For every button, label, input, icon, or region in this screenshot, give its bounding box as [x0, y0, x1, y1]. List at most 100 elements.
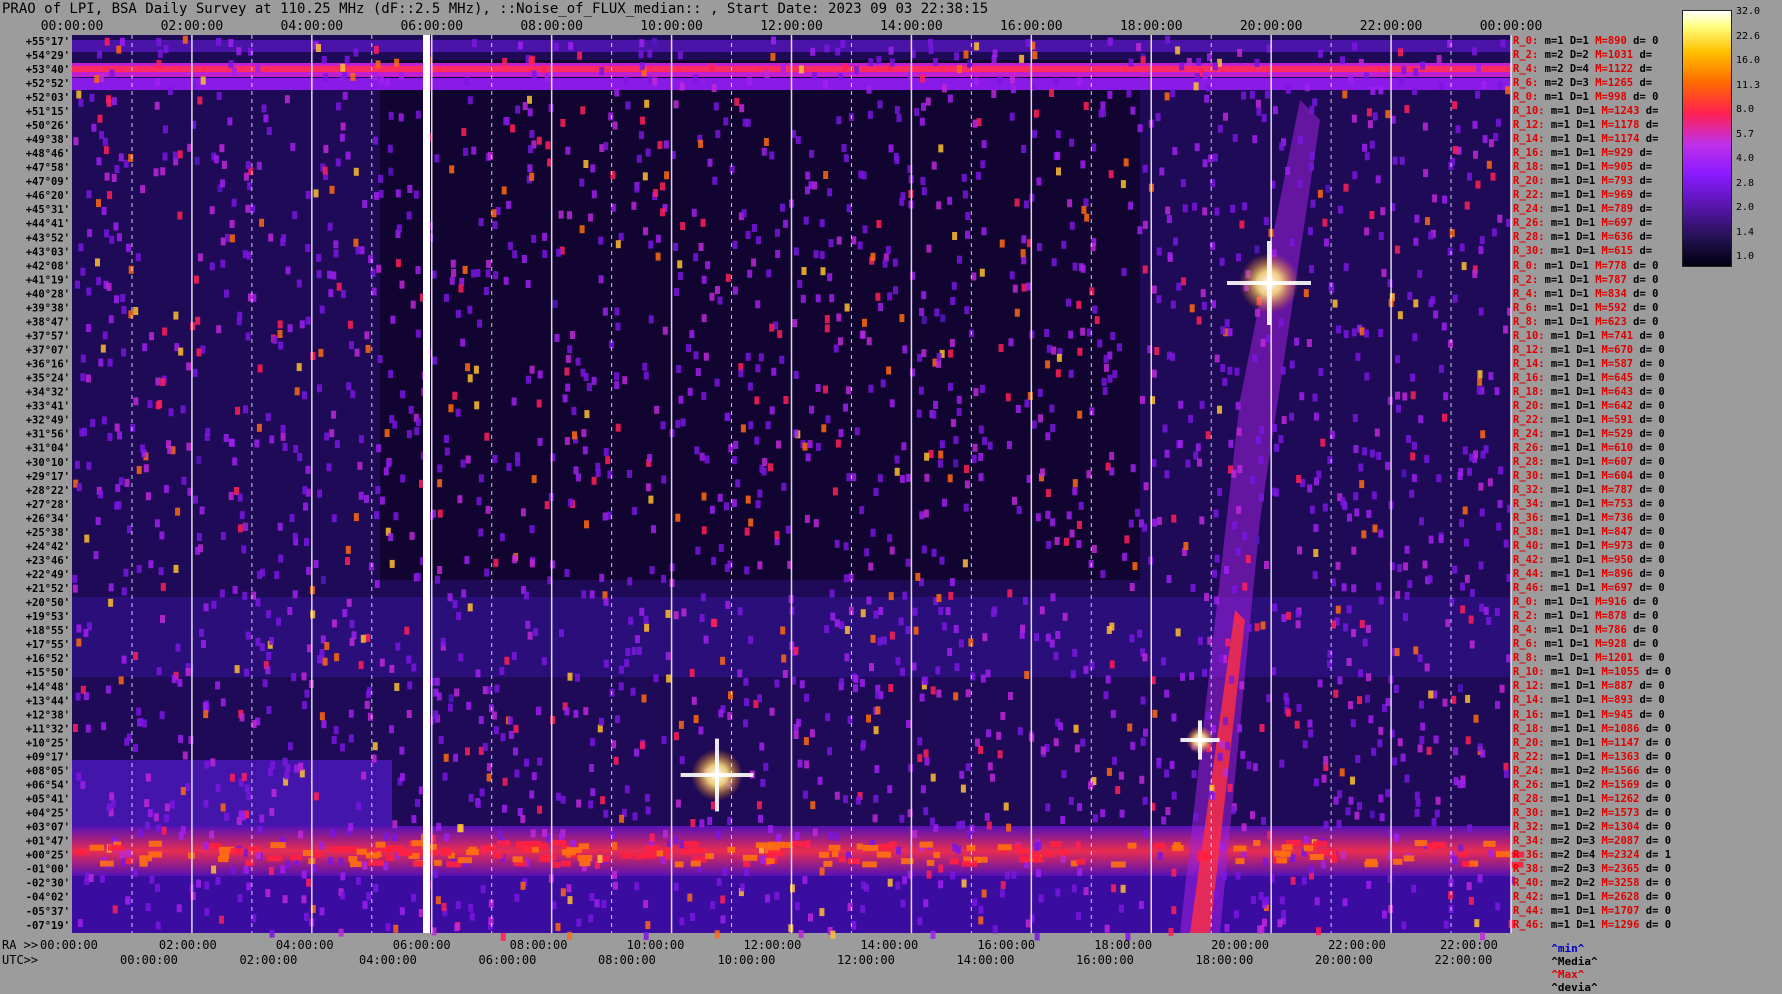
heat-cell: [1136, 43, 1142, 52]
heat-cell: [1200, 289, 1206, 298]
heat-cell: [149, 332, 155, 341]
heat-cell: [1254, 245, 1260, 254]
row-min-dev: m=1 D=1: [1538, 652, 1596, 665]
heat-cell: [237, 524, 243, 533]
heat-cell: [1202, 71, 1208, 80]
heat-cell: [1341, 500, 1347, 509]
row-id: R_30:: [1513, 469, 1545, 482]
heat-cell: [737, 669, 743, 678]
heat-cell: [1222, 768, 1228, 777]
row-devia: d=: [1633, 189, 1659, 202]
heat-cell: [1107, 374, 1113, 383]
heat-cell: [1452, 294, 1458, 303]
heat-cell: [987, 762, 993, 771]
row-min-dev: m=1 D=1: [1544, 512, 1602, 525]
row-min-dev: m=1 D=1: [1544, 119, 1602, 132]
row-max: M=905: [1601, 161, 1634, 174]
heat-cell: [316, 253, 322, 262]
heat-cell: [560, 860, 571, 867]
heat-cell: [74, 460, 80, 469]
heat-cell: [415, 418, 421, 427]
heat-cell: [1415, 798, 1421, 807]
heat-cell: [712, 619, 718, 627]
heat-cell: [200, 76, 206, 85]
heat-cell: [1195, 73, 1200, 82]
heat-cell: [1321, 774, 1327, 783]
declination-label: +41°19': [26, 274, 70, 286]
heat-cell: [720, 915, 726, 924]
heat-cell: [794, 902, 800, 911]
heat-cell: [1190, 584, 1196, 592]
heat-cell: [558, 210, 564, 219]
heat-cell: [86, 287, 92, 296]
row-min-dev: m=1 D=2: [1544, 764, 1602, 777]
heat-cell: [1212, 153, 1218, 162]
heat-cell: [112, 905, 118, 914]
heat-cell: [274, 571, 280, 579]
heat-cell: [389, 664, 395, 673]
heat-cell: [851, 236, 857, 245]
heat-cell: [334, 653, 340, 662]
row-id: R_42:: [1513, 554, 1545, 567]
heat-cell: [310, 610, 316, 619]
heat-cell: [215, 784, 221, 792]
heat-cell: [220, 179, 225, 188]
row-min-dev: m=1 D=1: [1544, 189, 1602, 202]
heat-cell: [1419, 700, 1424, 709]
heat-cell: [442, 772, 448, 781]
heat-cell: [471, 269, 476, 278]
heat-cell: [1397, 311, 1403, 320]
heat-cell: [1407, 580, 1413, 589]
declination-label: +47°09': [26, 176, 70, 188]
row-min-dev: m=1 D=1: [1544, 371, 1602, 384]
heat-cell: [75, 692, 81, 701]
heat-cell: [1154, 347, 1160, 355]
heat-cell: [444, 293, 449, 302]
heat-cell: [1313, 412, 1319, 421]
heat-cell: [1402, 392, 1408, 401]
row-min-dev: m=1 D=2: [1544, 820, 1602, 833]
heat-cell: [769, 707, 775, 716]
heat-cell: [1036, 243, 1042, 251]
heat-cell: [643, 900, 649, 909]
heat-cell: [1110, 332, 1116, 341]
heat-cell: [612, 842, 618, 850]
row-id: R_24:: [1513, 764, 1545, 777]
heat-cell: [1106, 767, 1112, 776]
top-tick-label: 14:00:00: [880, 19, 943, 34]
heat-cell: [280, 432, 286, 441]
heat-cell: [114, 295, 119, 304]
row-min-dev: m=1 D=1: [1544, 736, 1602, 749]
heat-cell: [119, 850, 125, 859]
heat-cell: [754, 436, 760, 445]
row-stat: R_16: m=1 D=1 M=929 d=: [1513, 147, 1658, 159]
heat-cell: [1169, 761, 1175, 769]
heat-cell: [1376, 582, 1382, 591]
heat-cell: [413, 190, 419, 199]
heat-cell: [1180, 672, 1185, 681]
heat-cell: [1303, 845, 1314, 852]
heat-cell: [75, 280, 80, 289]
heat-cell: [712, 176, 718, 185]
heat-cell: [408, 405, 414, 414]
heat-cell: [243, 848, 249, 857]
row-stat: R_26: m=1 D=2 M=1569 d= 0: [1513, 779, 1671, 791]
heat-cell: [783, 396, 789, 404]
heat-cell: [888, 46, 894, 55]
heat-cell: [1417, 654, 1423, 663]
row-max: M=1201: [1595, 652, 1634, 665]
heat-cell: [827, 188, 833, 197]
heat-cell: [818, 851, 830, 858]
row-devia: d= 0: [1633, 484, 1665, 496]
heat-cell: [1321, 860, 1326, 869]
heat-cell: [192, 368, 198, 377]
heat-cell: [1103, 691, 1109, 700]
row-devia: d= 0: [1633, 554, 1665, 567]
row-min-dev: m=1 D=1: [1538, 35, 1596, 47]
heat-cell: [415, 799, 420, 807]
heat-cell: [1068, 330, 1074, 339]
heat-cell: [991, 89, 997, 98]
heat-cell: [142, 343, 148, 352]
row-max: M=1707: [1601, 904, 1640, 917]
heat-cell: [250, 204, 255, 213]
